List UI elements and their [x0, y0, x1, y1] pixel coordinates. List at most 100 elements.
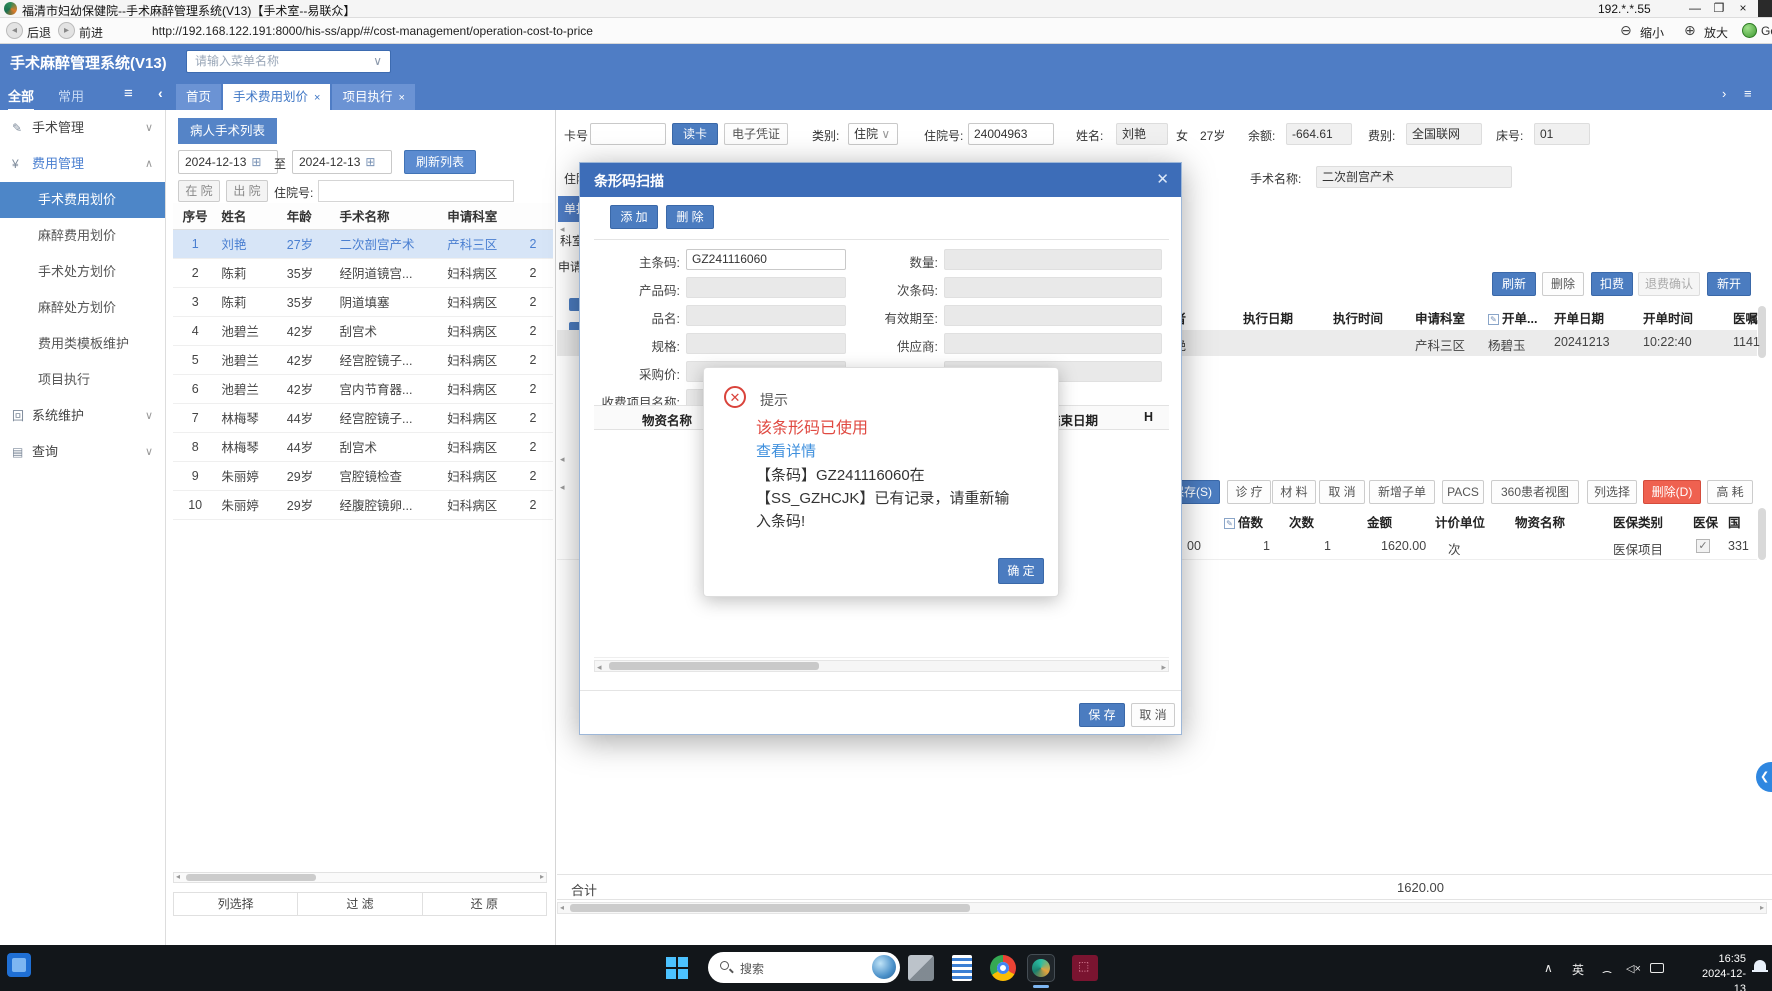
patient-list-hscrollbar[interactable]: ◂ ▸ [173, 872, 547, 883]
scroll-left-icon[interactable]: ◂ [597, 662, 602, 673]
patient-footer-还原[interactable]: 还 原 [422, 892, 547, 916]
back-button[interactable]: 后退 [27, 24, 51, 41]
close-button[interactable]: × [1734, 1, 1752, 15]
details-360患者视图-button[interactable]: 360患者视图 [1491, 480, 1579, 504]
modal-input-品名:[interactable] [686, 305, 846, 326]
details-高耗-button[interactable]: 高 耗 [1707, 480, 1753, 504]
scrollbar-thumb[interactable] [609, 662, 819, 670]
details-材料-button[interactable]: 材 料 [1272, 480, 1316, 504]
patient-row-陈莉[interactable]: 3 陈莉 35岁 阴道填塞 妇科病区 2 [173, 287, 553, 317]
patient-row-刘艳[interactable]: 1 刘艳 27岁 二次剖宫产术 产科三区 2 [173, 229, 553, 259]
read-card-button[interactable]: 读卡 [672, 123, 718, 145]
taskbar-corner-app-icon[interactable] [7, 953, 31, 977]
sidebar-item-费用类模板维护[interactable]: 费用类模板维护 [0, 326, 165, 362]
speaker-muted-icon[interactable]: ◁× [1626, 962, 1641, 975]
collapse-left-icon[interactable]: ◂ [560, 454, 565, 465]
address-url[interactable]: http://192.168.122.191:8000/his-ss/app/#… [152, 24, 593, 38]
modal-header[interactable]: 条形码扫描 ✕ [580, 163, 1181, 197]
modal-input-规格:[interactable] [686, 333, 846, 354]
admission-no-input[interactable] [318, 180, 514, 202]
taskbar-window-icon[interactable] [908, 955, 934, 981]
refresh-list-button[interactable]: 刷新列表 [404, 150, 476, 174]
tab-手术费用划价[interactable]: 手术费用划价 × [223, 84, 331, 110]
orders-vscrollbar[interactable] [1758, 306, 1766, 358]
go-label[interactable]: Go [1761, 24, 1772, 38]
zoom-in-label[interactable]: 放大 [1704, 24, 1728, 41]
minimize-button[interactable]: — [1686, 1, 1704, 15]
type-select[interactable]: 住院 ∨ [848, 123, 898, 145]
sidebar-item-麻醉费用划价[interactable]: 麻醉费用划价 [0, 218, 165, 254]
group-tab-all[interactable]: 全部 [8, 86, 35, 112]
patient-row-池碧兰[interactable]: 5 池碧兰 42岁 经宫腔镜子... 妇科病区 2 [173, 345, 553, 375]
patient-footer-过滤[interactable]: 过 滤 [298, 892, 423, 916]
patient-row-朱丽婷[interactable]: 9 朱丽婷 29岁 宫腔镜检查 妇科病区 2 [173, 461, 553, 491]
taskbar-chrome-icon[interactable] [990, 955, 1016, 981]
modal-input-产品码:[interactable] [686, 277, 846, 298]
tabs-menu-icon[interactable]: ≡ [1744, 86, 1752, 101]
calendar-icon[interactable]: ⊞ [251, 155, 261, 169]
patient-footer-列选择[interactable]: 列选择 [173, 892, 299, 916]
taskbar-notes-icon[interactable] [952, 955, 972, 981]
tabs-scroll-right-icon[interactable]: › [1722, 86, 1726, 101]
details-取消-button[interactable]: 取 消 [1319, 480, 1365, 504]
insurance-checkbox[interactable]: ✓ [1696, 539, 1710, 553]
orders-新开-button[interactable]: 新开 [1707, 272, 1751, 296]
alert-detail-link[interactable]: 查看详情 [756, 440, 816, 461]
patient-row-朱丽婷[interactable]: 10 朱丽婷 29岁 经腹腔镜卵... 妇科病区 2 [173, 490, 553, 520]
calendar-icon[interactable]: ⊞ [365, 155, 375, 169]
out-hospital-button[interactable]: 出 院 [226, 180, 268, 202]
details-vscrollbar[interactable] [1758, 508, 1766, 560]
modal-input-数量:[interactable] [944, 249, 1162, 270]
scroll-left-icon[interactable]: ◂ [560, 903, 564, 912]
tab-首页[interactable]: 首页 [176, 84, 222, 110]
sidebar-item-项目执行[interactable]: 项目执行 [0, 362, 165, 398]
date-from-input[interactable]: 2024-12-13 ⊞ [178, 150, 278, 174]
forward-button[interactable]: 前进 [79, 24, 103, 41]
taskbar-red-app-icon[interactable] [1072, 955, 1098, 981]
card-no-input[interactable] [590, 123, 666, 145]
modal-input-有效期至:[interactable] [944, 305, 1162, 326]
sidebar-section-手术管理[interactable]: ✎ 手术管理 ∨ [0, 110, 165, 146]
modal-cancel-button[interactable]: 取 消 [1131, 703, 1175, 727]
keyboard-icon[interactable] [1650, 963, 1664, 973]
sidebar-section-查询[interactable]: ▤ 查询 ∨ [0, 434, 165, 470]
patient-row-池碧兰[interactable]: 6 池碧兰 42岁 宫内节育器... 妇科病区 2 [173, 374, 553, 404]
orders-扣费-button[interactable]: 扣费 [1591, 272, 1633, 296]
orders-刷新-button[interactable]: 刷新 [1492, 272, 1536, 296]
modal-input-次条码:[interactable] [944, 277, 1162, 298]
scroll-right-icon[interactable]: ▸ [540, 872, 544, 881]
e-voucher-button[interactable]: 电子凭证 [724, 123, 788, 145]
in-hospital-button[interactable]: 在 院 [178, 180, 220, 202]
patient-row-池碧兰[interactable]: 4 池碧兰 42岁 刮宫术 妇科病区 2 [173, 316, 553, 346]
scroll-right-icon[interactable]: ▸ [1760, 903, 1764, 912]
taskbar-search[interactable]: 搜索 [708, 952, 900, 983]
patient-row-林梅琴[interactable]: 7 林梅琴 44岁 经宫腔镜子... 妇科病区 2 [173, 403, 553, 433]
details-删除(D)-button[interactable]: 删除(D) [1643, 480, 1701, 504]
alert-ok-button[interactable]: 确 定 [998, 558, 1044, 584]
details-列选择-button[interactable]: 列选择 [1587, 480, 1637, 504]
admission-input[interactable]: 24004963 [968, 123, 1054, 145]
tab-close-icon[interactable]: × [398, 92, 404, 104]
scroll-right-icon[interactable]: ▸ [1161, 662, 1166, 673]
sidebar-item-麻醉处方划价[interactable]: 麻醉处方划价 [0, 290, 165, 326]
details-诊疗-button[interactable]: 诊 疗 [1227, 480, 1271, 504]
modal-input-主条码:[interactable]: GZ241116060 [686, 249, 846, 270]
forward-icon[interactable]: ▸ [58, 22, 75, 39]
zoom-out-label[interactable]: 缩小 [1640, 24, 1664, 41]
restore-button[interactable]: ❐ [1710, 1, 1728, 15]
patient-row-陈莉[interactable]: 2 陈莉 35岁 经阴道镜宫... 妇科病区 2 [173, 258, 553, 288]
taskbar-active-app-icon[interactable] [1027, 954, 1055, 982]
orders-删除-button[interactable]: 删除 [1542, 272, 1584, 296]
windows-start-icon[interactable] [666, 957, 688, 979]
scrollbar-thumb[interactable] [570, 904, 970, 912]
sidebar-item-手术处方划价[interactable]: 手术处方划价 [0, 254, 165, 290]
modal-add-button[interactable]: 添 加 [610, 205, 658, 229]
menu-burger-icon[interactable]: ≡ [124, 85, 133, 102]
sidebar-section-费用管理[interactable]: ¥ 费用管理 ∧ [0, 146, 165, 182]
tab-项目执行[interactable]: 项目执行 × [332, 84, 415, 110]
collapse-left-icon[interactable]: ◂ [560, 224, 565, 235]
patient-row-林梅琴[interactable]: 8 林梅琴 44岁 刮宫术 妇科病区 2 [173, 432, 553, 462]
wifi-icon[interactable] [1600, 963, 1614, 973]
modal-hscrollbar[interactable]: ◂ ▸ [594, 660, 1169, 672]
group-tab-common[interactable]: 常用 [58, 86, 84, 105]
